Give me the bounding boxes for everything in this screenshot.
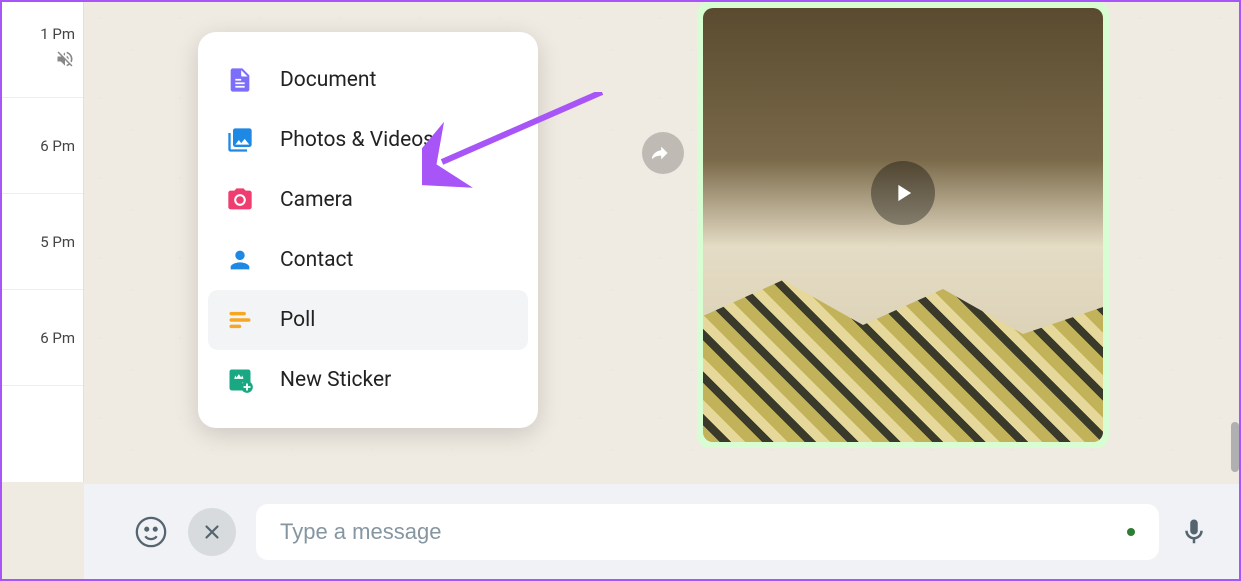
chat-time: 6 Pm [40, 329, 75, 347]
menu-label: Poll [280, 308, 315, 332]
message-input[interactable] [280, 519, 1117, 545]
document-icon [224, 64, 256, 96]
message-input-container [256, 504, 1159, 560]
chat-time: 5 Pm [40, 233, 75, 251]
video-thumbnail[interactable]: HD 0:09 5:09 pm [703, 8, 1103, 442]
chat-list-item[interactable]: 6 Pm [2, 98, 83, 194]
menu-item-photos-videos[interactable]: Photos & Videos [208, 110, 528, 170]
chat-time: 1 Pm [40, 25, 75, 43]
menu-label: Camera [280, 188, 353, 212]
menu-label: New Sticker [280, 368, 391, 392]
video-message-bubble: HD 0:09 5:09 pm [697, 2, 1109, 448]
menu-item-new-sticker[interactable]: New Sticker [208, 350, 528, 410]
video-duration: 0:09 [747, 416, 776, 434]
menu-label: Photos & Videos [280, 128, 434, 152]
hd-badge: HD [713, 417, 737, 433]
emoji-icon[interactable] [134, 515, 168, 549]
chat-list-item[interactable]: 5 Pm [2, 194, 83, 290]
chat-list-item[interactable]: 1 Pm [2, 2, 83, 98]
mute-icon [55, 49, 75, 74]
video-overlay: HD 0:09 5:09 pm [713, 416, 1093, 434]
attach-menu: Document Photos & Videos Camera Contact … [198, 32, 538, 428]
read-ticks-icon [1073, 416, 1093, 434]
sticker-icon [224, 364, 256, 396]
menu-item-camera[interactable]: Camera [208, 170, 528, 230]
menu-item-poll[interactable]: Poll [208, 290, 528, 350]
menu-label: Document [280, 68, 376, 92]
sidebar: 1 Pm 6 Pm 5 Pm 6 Pm [2, 2, 84, 482]
menu-item-contact[interactable]: Contact [208, 230, 528, 290]
menu-label: Contact [280, 248, 353, 272]
poll-icon [224, 304, 256, 336]
scrollbar-thumb[interactable] [1231, 422, 1239, 472]
chat-time: 6 Pm [40, 137, 75, 155]
attach-close-button[interactable] [188, 508, 236, 556]
mic-icon[interactable] [1179, 517, 1209, 547]
contact-icon [224, 244, 256, 276]
play-icon [871, 161, 935, 225]
photos-icon [224, 124, 256, 156]
camera-icon [224, 184, 256, 216]
menu-item-document[interactable]: Document [208, 50, 528, 110]
forward-button[interactable] [642, 132, 684, 174]
message-time: 5:09 pm [1013, 416, 1067, 434]
chat-list-item[interactable]: 6 Pm [2, 290, 83, 386]
input-indicator-dot [1127, 528, 1135, 536]
composer-bar [84, 484, 1239, 579]
